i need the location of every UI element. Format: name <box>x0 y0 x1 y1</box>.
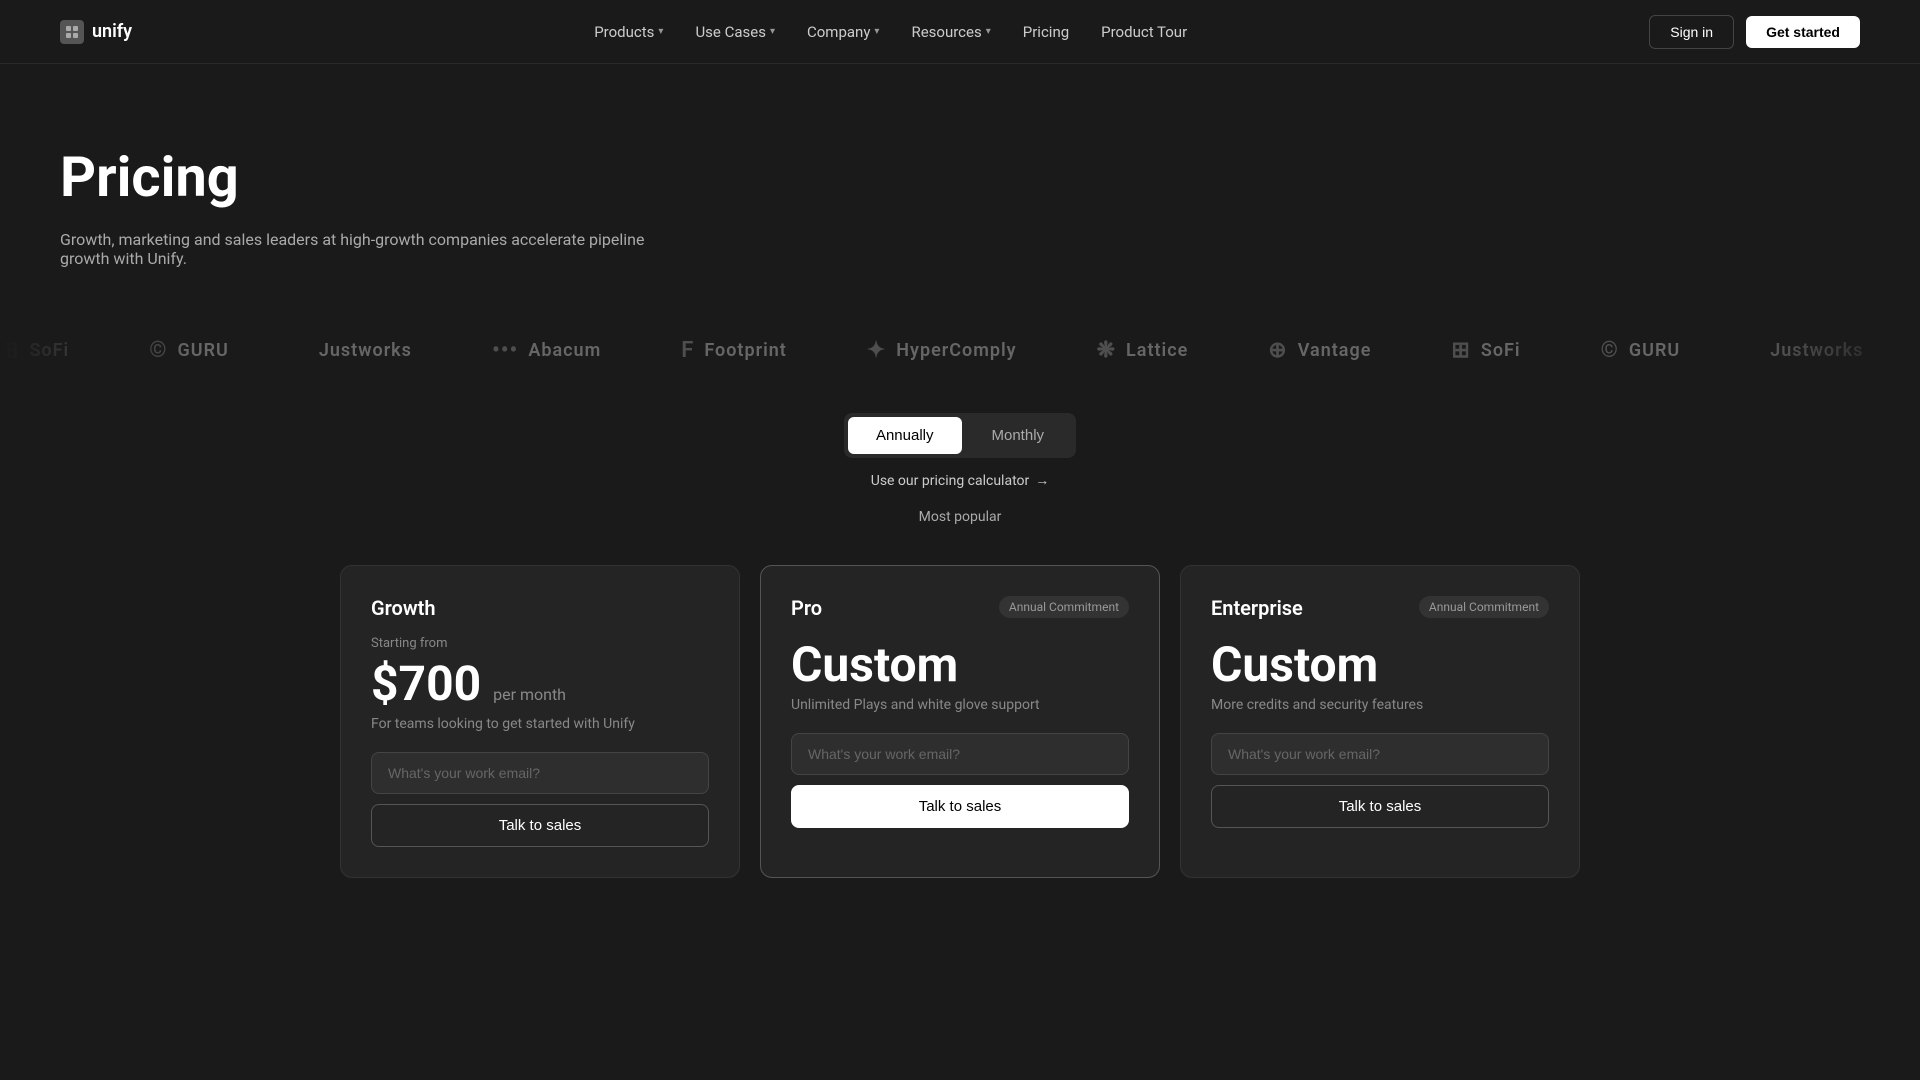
logo-name: Justworks <box>1770 340 1863 361</box>
pricing-card-pro: Pro Annual Commitment Custom Unlimited P… <box>760 565 1160 878</box>
logo-name: GURU <box>1629 340 1680 361</box>
chevron-down-icon: ▾ <box>874 26 879 37</box>
logo-name: SoFi <box>29 340 69 361</box>
card-description: For teams looking to get started with Un… <box>371 716 709 732</box>
nav-resources[interactable]: Resources ▾ <box>911 23 990 41</box>
logo-symbol: ❋ <box>1097 338 1116 363</box>
card-title: Growth <box>371 596 436 620</box>
nav-links: Products ▾ Use Cases ▾ Company ▾ Resourc… <box>594 23 1187 41</box>
email-input-pro[interactable] <box>791 733 1129 775</box>
card-price: Custom <box>1211 636 1549 693</box>
card-header: Growth <box>371 596 709 620</box>
card-title: Enterprise <box>1211 596 1303 620</box>
logo-name: Vantage <box>1298 340 1372 361</box>
logo-symbol: ⊞ <box>0 338 19 363</box>
monthly-toggle[interactable]: Monthly <box>964 417 1073 454</box>
nav-company[interactable]: Company ▾ <box>807 23 879 41</box>
logos-track: ⊞ SoFi © GURU Justworks ••• Abacum F Footprint ✦ H… <box>0 338 1920 363</box>
card-title: Pro <box>791 596 822 620</box>
email-input-enterprise[interactable] <box>1211 733 1549 775</box>
nav-actions: Sign in Get started <box>1649 15 1860 49</box>
page-title: Pricing <box>60 144 840 210</box>
nav-pricing[interactable]: Pricing <box>1023 23 1069 41</box>
logo-item: ⊞ SoFi <box>1451 338 1520 363</box>
card-badge: Annual Commitment <box>1419 596 1549 618</box>
logo-symbol: ⊕ <box>1268 338 1287 363</box>
logo-symbol: © <box>149 338 167 363</box>
logo-item: F Footprint <box>681 338 787 363</box>
card-price: Custom <box>791 636 1129 693</box>
card-description: Unlimited Plays and white glove support <box>791 697 1129 713</box>
card-header: Pro Annual Commitment <box>791 596 1129 620</box>
logo-name: GURU <box>177 340 228 361</box>
logo-name: Justworks <box>319 340 412 361</box>
card-header: Enterprise Annual Commitment <box>1211 596 1549 620</box>
card-price: $700 per month <box>371 655 709 712</box>
pricing-card-enterprise: Enterprise Annual Commitment Custom More… <box>1180 565 1580 878</box>
pricing-card-growth: Growth Starting from $700 per month For … <box>340 565 740 878</box>
logo-symbol: ⊞ <box>1451 338 1470 363</box>
logo-icon <box>60 20 84 44</box>
logo-name: SoFi <box>1481 340 1521 361</box>
annually-toggle[interactable]: Annually <box>848 417 962 454</box>
logo-item: ⊞ SoFi <box>0 338 69 363</box>
chevron-down-icon: ▾ <box>658 26 663 37</box>
logo-item: © GURU <box>1601 338 1681 363</box>
nav-products[interactable]: Products ▾ <box>594 23 663 41</box>
billing-toggle: Annually Monthly <box>844 413 1076 458</box>
logo-item: Justworks <box>309 340 412 361</box>
logo-symbol: © <box>1601 338 1619 363</box>
nav-use-cases[interactable]: Use Cases ▾ <box>695 23 775 41</box>
hero-subtitle: Growth, marketing and sales leaders at h… <box>60 230 660 268</box>
logo-item: ••• Abacum <box>492 338 601 363</box>
pricing-section: Annually Monthly Use our pricing calcula… <box>0 393 1920 565</box>
talk-to-sales-button-growth[interactable]: Talk to sales <box>371 804 709 847</box>
logos-strip: ⊞ SoFi © GURU Justworks ••• Abacum F Footprint ✦ H… <box>0 308 1920 393</box>
card-starting-from: Starting from <box>371 636 709 651</box>
card-description: More credits and security features <box>1211 697 1549 713</box>
logo-item: ✦ HyperComply <box>867 338 1017 363</box>
logo-item: ⊕ Vantage <box>1268 338 1371 363</box>
most-popular-label: Most popular <box>919 509 1002 525</box>
logo-symbol: F <box>681 338 694 363</box>
talk-to-sales-button-pro[interactable]: Talk to sales <box>791 785 1129 828</box>
logo[interactable]: unify <box>60 20 132 44</box>
logo-item: ❋ Lattice <box>1097 338 1189 363</box>
card-badge: Annual Commitment <box>999 596 1129 618</box>
chevron-down-icon: ▾ <box>770 26 775 37</box>
hero-section: Pricing Growth, marketing and sales lead… <box>0 64 900 308</box>
logo-item: © GURU <box>149 338 229 363</box>
email-input-growth[interactable] <box>371 752 709 794</box>
logo-name: HyperComply <box>896 340 1016 361</box>
pricing-calculator-link[interactable]: Use our pricing calculator → <box>871 472 1050 489</box>
logo-name: Footprint <box>704 340 787 361</box>
card-per-month: per month <box>493 685 566 704</box>
chevron-down-icon: ▾ <box>986 26 991 37</box>
logo-name: Abacum <box>528 340 601 361</box>
logo-symbol: ✦ <box>867 338 886 363</box>
get-started-button[interactable]: Get started <box>1746 16 1860 48</box>
navbar: unify Products ▾ Use Cases ▾ Company ▾ R… <box>0 0 1920 64</box>
nav-product-tour[interactable]: Product Tour <box>1101 23 1187 41</box>
logo-name: Lattice <box>1126 340 1188 361</box>
logo-symbol: ••• <box>492 338 518 363</box>
arrow-right-icon: → <box>1035 472 1049 489</box>
pricing-cards: Growth Starting from $700 per month For … <box>260 565 1660 878</box>
talk-to-sales-button-enterprise[interactable]: Talk to sales <box>1211 785 1549 828</box>
signin-button[interactable]: Sign in <box>1649 15 1734 49</box>
logo-item: Justworks <box>1760 340 1863 361</box>
